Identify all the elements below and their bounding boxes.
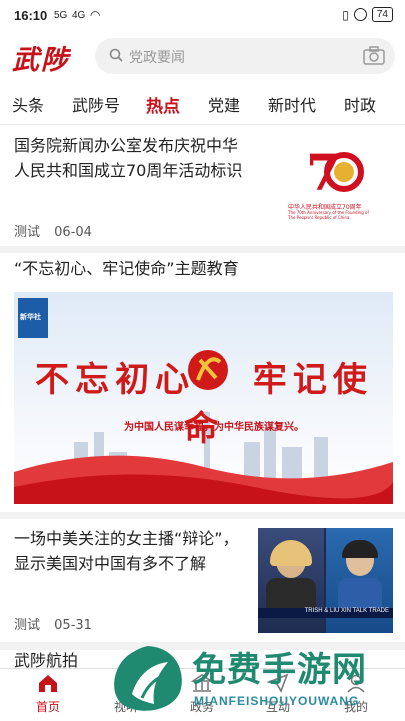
search-bar[interactable]: 党政要闻 [95, 38, 395, 74]
news-thumbnail: 7 中华人民共和国成立70周年 The 70th Anniversary of … [258, 138, 393, 233]
news-title: “不忘初心、牢记使命”主题教育 [14, 259, 239, 278]
news-thumbnail: TRISH & LIU XIN TALK TRADE [258, 528, 393, 633]
tab-toutiao[interactable]: 头条 [12, 92, 44, 116]
battery-icon: 74 [371, 7, 393, 22]
tabs-divider [0, 124, 405, 125]
news-meta: 测试 05-31 [14, 614, 92, 633]
camera-icon[interactable] [363, 46, 385, 66]
status-bar: 16:10 5G 4G ◠ ▯ 74 [0, 0, 405, 30]
watermark: 免费手游网 MIANFEISHOUYOUWANG [100, 632, 400, 720]
tab-party[interactable]: 党建 [208, 92, 240, 116]
search-icon [109, 48, 123, 62]
news-source: 测试 [14, 618, 41, 633]
tab-hot[interactable]: 热点 [146, 92, 180, 117]
banner-logo: 新华社 [20, 313, 41, 321]
news-item[interactable]: “不忘初心、牢记使命”主题教育 新华社 不忘初心 牢记使命 为中国人民谋幸福，为… [0, 256, 405, 508]
category-tabs: 头条 武陟号 热点 党建 新时代 时政 [0, 86, 405, 122]
thumb-caption-en: The 70th Anniversary of the Founding of … [288, 210, 369, 220]
section-divider [0, 246, 405, 253]
section-divider [0, 512, 405, 519]
news-item[interactable]: 国务院新闻办公室发布庆祝中华人民共和国成立70周年活动标识 7 中华人民共和国成… [0, 133, 405, 243]
news-date: 06-04 [54, 225, 92, 240]
banner-main-text: 不忘初心 牢记使命 [35, 360, 373, 449]
vibrate-icon: ▯ [342, 7, 349, 22]
banner-sub-text: 为中国人民谋幸福，为中华民族谋复兴。 [124, 422, 304, 433]
wifi-icon: ◠ [90, 8, 101, 22]
tab-wuzhihao[interactable]: 武陟号 [72, 92, 120, 116]
tab-new-era[interactable]: 新时代 [268, 92, 316, 116]
nav-home[interactable]: 首页 [18, 673, 78, 715]
news-date: 05-31 [54, 618, 92, 633]
news-source: 测试 [14, 225, 41, 240]
watermark-sub: MIANFEISHOUYOUWANG [194, 694, 360, 708]
nav-label: 首页 [35, 700, 60, 714]
news-title: 国务院新闻办公室发布庆祝中华人民共和国成立70周年活动标识 [14, 136, 243, 180]
home-icon [39, 675, 57, 692]
signal-icon-2: 4G [72, 10, 86, 21]
app-header: 武陟 党政要闻 [0, 34, 405, 78]
app-logo: 武陟 [12, 45, 70, 76]
status-time: 16:10 [14, 8, 48, 23]
tab-politics[interactable]: 时政 [344, 92, 376, 116]
news-title: 一场中美关注的女主播“辩论”，显示美国对中国有多不了解 [14, 529, 239, 573]
news-meta: 测试 06-04 [14, 221, 92, 240]
news-title: 武陟航拍 [14, 652, 79, 668]
watermark-logo-icon [114, 646, 182, 711]
anniversary-logo-icon: 7 [306, 143, 364, 202]
alarm-icon [353, 8, 367, 21]
news-banner: 新华社 不忘初心 牢记使命 为中国人民谋幸福，为中华民族谋复兴。 [14, 292, 393, 504]
signal-icon: 5G [54, 10, 68, 21]
thumb-ticker: TRISH & LIU XIN TALK TRADE [258, 608, 393, 618]
search-placeholder: 党政要闻 [129, 50, 185, 66]
news-item[interactable]: 一场中美关注的女主播“辩论”，显示美国对中国有多不了解 TRISH & LIU … [0, 522, 405, 640]
watermark-text: 免费手游网 [192, 650, 367, 690]
